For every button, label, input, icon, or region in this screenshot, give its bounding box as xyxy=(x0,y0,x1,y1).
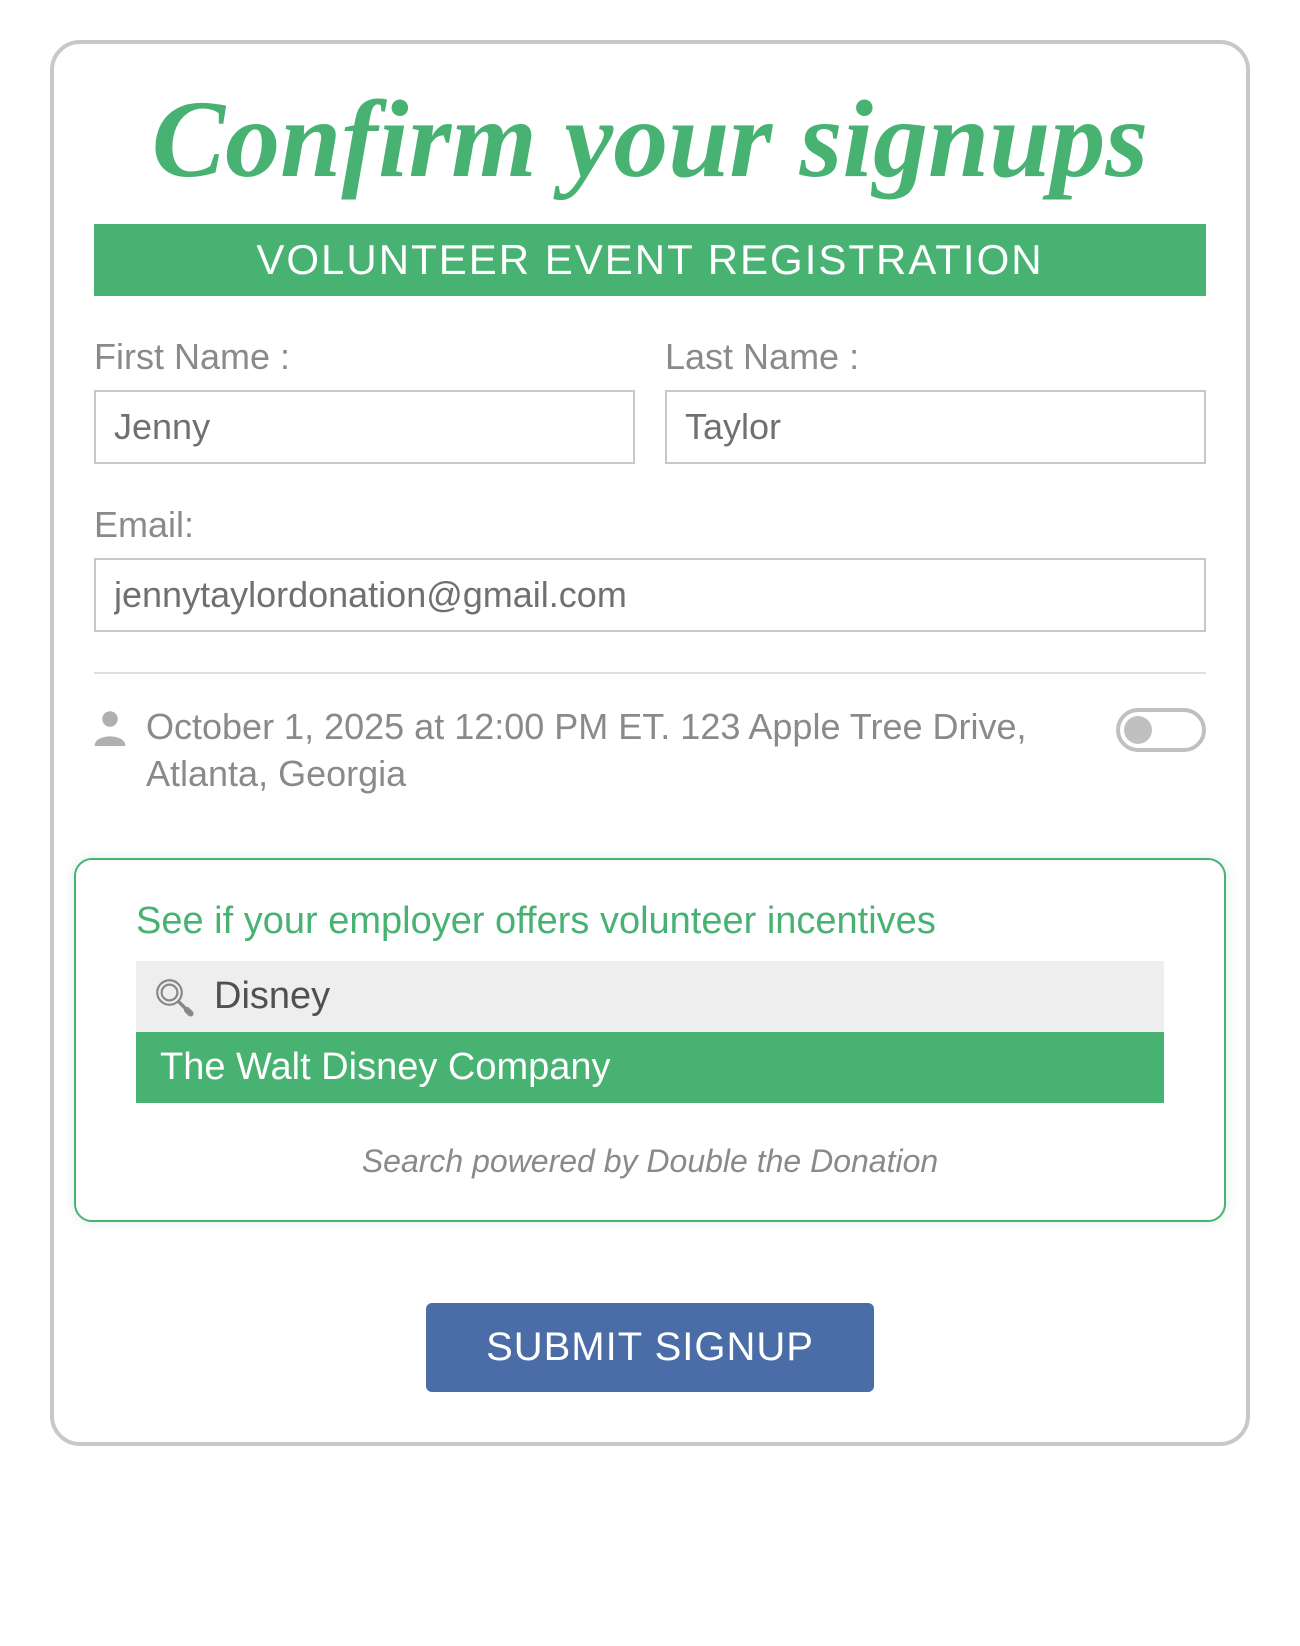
employer-search-card: See if your employer offers volunteer in… xyxy=(74,858,1226,1222)
first-name-group: First Name : xyxy=(94,336,635,464)
signup-form-card: Confirm your signups VOLUNTEER EVENT REG… xyxy=(50,40,1250,1446)
email-group: Email: xyxy=(94,504,1206,632)
last-name-label: Last Name : xyxy=(665,336,1206,378)
email-input[interactable] xyxy=(94,558,1206,632)
toggle-knob xyxy=(1124,716,1152,744)
employer-search-input[interactable] xyxy=(214,961,1164,1032)
registration-banner: VOLUNTEER EVENT REGISTRATION xyxy=(94,224,1206,296)
last-name-group: Last Name : xyxy=(665,336,1206,464)
event-toggle[interactable] xyxy=(1116,708,1206,752)
section-divider xyxy=(94,672,1206,674)
powered-by-text: Search powered by Double the Donation xyxy=(136,1143,1164,1180)
search-icon xyxy=(152,975,194,1017)
employer-search-wrapper xyxy=(136,961,1164,1032)
page-title: Confirm your signups xyxy=(94,84,1206,194)
email-label: Email: xyxy=(94,504,1206,546)
employer-search-result[interactable]: The Walt Disney Company xyxy=(136,1032,1164,1103)
first-name-label: First Name : xyxy=(94,336,635,378)
person-icon xyxy=(94,710,126,746)
employer-heading: See if your employer offers volunteer in… xyxy=(136,900,1164,943)
first-name-input[interactable] xyxy=(94,390,635,464)
submit-wrap: SUBMIT SIGNUP xyxy=(94,1303,1206,1392)
event-row: October 1, 2025 at 12:00 PM ET. 123 Appl… xyxy=(94,704,1206,798)
event-details-text: October 1, 2025 at 12:00 PM ET. 123 Appl… xyxy=(146,704,1096,798)
submit-signup-button[interactable]: SUBMIT SIGNUP xyxy=(426,1303,874,1392)
name-fields-row: First Name : Last Name : xyxy=(94,336,1206,464)
last-name-input[interactable] xyxy=(665,390,1206,464)
